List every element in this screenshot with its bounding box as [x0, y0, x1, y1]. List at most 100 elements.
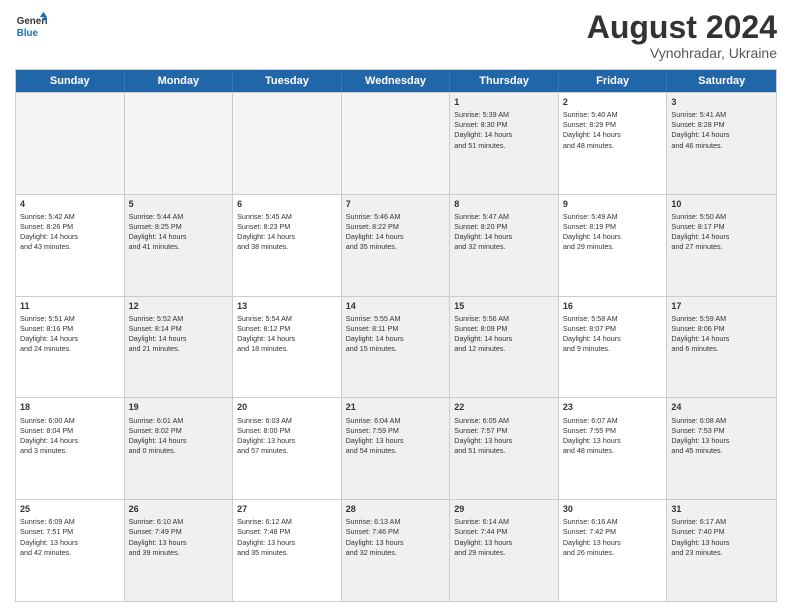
cell-info: Sunrise: 5:45 AMSunset: 8:23 PMDaylight:… — [237, 212, 337, 252]
day-cell-14: 14Sunrise: 5:55 AMSunset: 8:11 PMDayligh… — [342, 297, 451, 398]
day-number: 8 — [454, 198, 554, 210]
day-cell-6: 6 Sunrise: 5:45 AMSunset: 8:23 PMDaylight… — [233, 195, 342, 296]
cell-info: Sunrise: 5:54 AMSunset: 8:12 PMDaylight:… — [237, 314, 337, 354]
empty-cell — [342, 93, 451, 194]
day-header-saturday: Saturday — [667, 70, 776, 92]
cell-info: Sunrise: 6:12 AMSunset: 7:48 PMDaylight:… — [237, 517, 337, 557]
cell-info: Sunrise: 6:16 AMSunset: 7:42 PMDaylight:… — [563, 517, 663, 557]
day-number: 5 — [129, 198, 229, 210]
day-number: 4 — [20, 198, 120, 210]
day-number: 28 — [346, 503, 446, 515]
day-header-thursday: Thursday — [450, 70, 559, 92]
day-cell-22: 22Sunrise: 6:05 AMSunset: 7:57 PMDayligh… — [450, 398, 559, 499]
cell-info: Sunrise: 6:05 AMSunset: 7:57 PMDaylight:… — [454, 416, 554, 456]
day-number: 30 — [563, 503, 663, 515]
day-number: 13 — [237, 300, 337, 312]
day-number: 20 — [237, 401, 337, 413]
day-cell-16: 16 Sunrise: 5:58 AMSunset: 8:07 PMDayligh… — [559, 297, 668, 398]
cell-info: Sunrise: 6:17 AMSunset: 7:40 PMDaylight:… — [671, 517, 772, 557]
day-cell-28: 28 Sunrise: 6:13 AMSunset: 7:46 PMDayligh… — [342, 500, 451, 601]
day-number: 27 — [237, 503, 337, 515]
day-number: 18 — [20, 401, 120, 413]
day-cell-26: 26 Sunrise: 6:10 AMSunset: 7:49 PMDayligh… — [125, 500, 234, 601]
day-number: 12 — [129, 300, 229, 312]
day-header-monday: Monday — [125, 70, 234, 92]
day-cell-20: 20 Sunrise: 6:03 AMSunset: 8:00 PMDayligh… — [233, 398, 342, 499]
calendar-row-3: 11Sunrise: 5:51 AMSunset: 8:16 PMDayligh… — [16, 296, 776, 398]
day-number: 10 — [671, 198, 772, 210]
day-number: 3 — [671, 96, 772, 108]
cell-info: Sunrise: 5:41 AMSunset: 8:28 PMDaylight:… — [671, 110, 772, 150]
day-cell-18: 18 Sunrise: 6:00 AMSunset: 8:04 PMDayligh… — [16, 398, 125, 499]
day-number: 31 — [671, 503, 772, 515]
location: Vynohradar, Ukraine — [587, 45, 777, 61]
day-number: 2 — [563, 96, 663, 108]
day-cell-8: 8 Sunrise: 5:47 AMSunset: 8:20 PMDaylight… — [450, 195, 559, 296]
empty-cell — [16, 93, 125, 194]
title-block: August 2024 Vynohradar, Ukraine — [587, 10, 777, 61]
day-cell-17: 17Sunrise: 5:59 AMSunset: 8:06 PMDayligh… — [667, 297, 776, 398]
day-cell-7: 7Sunrise: 5:46 AMSunset: 8:22 PMDaylight… — [342, 195, 451, 296]
day-number: 7 — [346, 198, 446, 210]
day-cell-23: 23 Sunrise: 6:07 AMSunset: 7:55 PMDayligh… — [559, 398, 668, 499]
empty-cell — [125, 93, 234, 194]
cell-info: Sunrise: 5:56 AMSunset: 8:09 PMDaylight:… — [454, 314, 554, 354]
day-cell-11: 11Sunrise: 5:51 AMSunset: 8:16 PMDayligh… — [16, 297, 125, 398]
day-number: 1 — [454, 96, 554, 108]
cell-info: Sunrise: 6:01 AMSunset: 8:02 PMDaylight:… — [129, 416, 229, 456]
day-number: 29 — [454, 503, 554, 515]
empty-cell — [233, 93, 342, 194]
calendar-row-4: 18 Sunrise: 6:00 AMSunset: 8:04 PMDayligh… — [16, 397, 776, 499]
day-number: 6 — [237, 198, 337, 210]
cell-info: Sunrise: 5:49 AMSunset: 8:19 PMDaylight:… — [563, 212, 663, 252]
day-number: 14 — [346, 300, 446, 312]
day-cell-2: 2 Sunrise: 5:40 AMSunset: 8:29 PMDaylight… — [559, 93, 668, 194]
logo-icon: General Blue — [15, 10, 47, 42]
day-cell-27: 27 Sunrise: 6:12 AMSunset: 7:48 PMDayligh… — [233, 500, 342, 601]
day-cell-31: 31 Sunrise: 6:17 AMSunset: 7:40 PMDayligh… — [667, 500, 776, 601]
cell-info: Sunrise: 5:59 AMSunset: 8:06 PMDaylight:… — [671, 314, 772, 354]
logo: General Blue — [15, 10, 47, 42]
day-number: 11 — [20, 300, 120, 312]
cell-info: Sunrise: 5:47 AMSunset: 8:20 PMDaylight:… — [454, 212, 554, 252]
day-cell-4: 4 Sunrise: 5:42 AMSunset: 8:26 PMDaylight… — [16, 195, 125, 296]
day-number: 23 — [563, 401, 663, 413]
day-header-wednesday: Wednesday — [342, 70, 451, 92]
cell-info: Sunrise: 6:10 AMSunset: 7:49 PMDaylight:… — [129, 517, 229, 557]
cell-info: Sunrise: 5:52 AMSunset: 8:14 PMDaylight:… — [129, 314, 229, 354]
day-number: 15 — [454, 300, 554, 312]
cell-info: Sunrise: 6:07 AMSunset: 7:55 PMDaylight:… — [563, 416, 663, 456]
day-cell-12: 12 Sunrise: 5:52 AMSunset: 8:14 PMDayligh… — [125, 297, 234, 398]
day-header-sunday: Sunday — [16, 70, 125, 92]
calendar-header: SundayMondayTuesdayWednesdayThursdayFrid… — [16, 70, 776, 92]
calendar-body: 1 Sunrise: 5:39 AMSunset: 8:30 PMDaylight… — [16, 92, 776, 601]
cell-info: Sunrise: 6:14 AMSunset: 7:44 PMDaylight:… — [454, 517, 554, 557]
day-number: 25 — [20, 503, 120, 515]
page: General Blue August 2024 Vynohradar, Ukr… — [0, 0, 792, 612]
day-number: 26 — [129, 503, 229, 515]
day-number: 24 — [671, 401, 772, 413]
cell-info: Sunrise: 6:03 AMSunset: 8:00 PMDaylight:… — [237, 416, 337, 456]
day-cell-15: 15 Sunrise: 5:56 AMSunset: 8:09 PMDayligh… — [450, 297, 559, 398]
day-cell-19: 19Sunrise: 6:01 AMSunset: 8:02 PMDayligh… — [125, 398, 234, 499]
calendar: SundayMondayTuesdayWednesdayThursdayFrid… — [15, 69, 777, 602]
cell-info: Sunrise: 6:04 AMSunset: 7:59 PMDaylight:… — [346, 416, 446, 456]
calendar-row-2: 4 Sunrise: 5:42 AMSunset: 8:26 PMDaylight… — [16, 194, 776, 296]
cell-info: Sunrise: 5:39 AMSunset: 8:30 PMDaylight:… — [454, 110, 554, 150]
day-cell-30: 30 Sunrise: 6:16 AMSunset: 7:42 PMDayligh… — [559, 500, 668, 601]
day-cell-3: 3 Sunrise: 5:41 AMSunset: 8:28 PMDaylight… — [667, 93, 776, 194]
day-cell-10: 10Sunrise: 5:50 AMSunset: 8:17 PMDayligh… — [667, 195, 776, 296]
header: General Blue August 2024 Vynohradar, Ukr… — [15, 10, 777, 61]
calendar-row-5: 25Sunrise: 6:09 AMSunset: 7:51 PMDayligh… — [16, 499, 776, 601]
cell-info: Sunrise: 5:42 AMSunset: 8:26 PMDaylight:… — [20, 212, 120, 252]
cell-info: Sunrise: 5:58 AMSunset: 8:07 PMDaylight:… — [563, 314, 663, 354]
day-header-friday: Friday — [559, 70, 668, 92]
cell-info: Sunrise: 5:40 AMSunset: 8:29 PMDaylight:… — [563, 110, 663, 150]
svg-text:General: General — [17, 16, 47, 27]
calendar-row-1: 1 Sunrise: 5:39 AMSunset: 8:30 PMDaylight… — [16, 92, 776, 194]
day-number: 16 — [563, 300, 663, 312]
cell-info: Sunrise: 6:08 AMSunset: 7:53 PMDaylight:… — [671, 416, 772, 456]
cell-info: Sunrise: 6:00 AMSunset: 8:04 PMDaylight:… — [20, 416, 120, 456]
svg-text:Blue: Blue — [17, 28, 39, 39]
cell-info: Sunrise: 6:13 AMSunset: 7:46 PMDaylight:… — [346, 517, 446, 557]
